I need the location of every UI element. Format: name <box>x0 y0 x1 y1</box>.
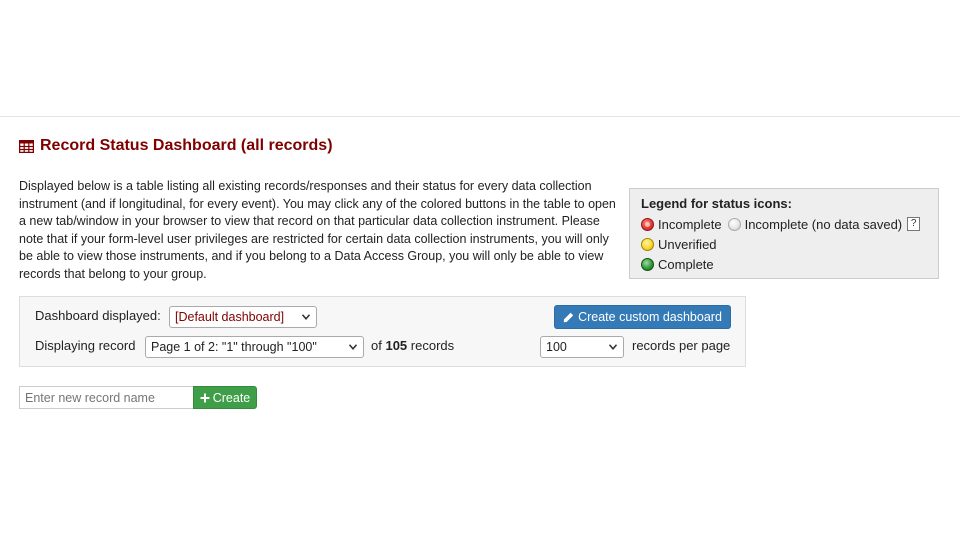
legend-row-complete: Complete <box>641 254 927 274</box>
legend-complete-label: Complete <box>658 256 714 272</box>
page-description: Displayed below is a table listing all e… <box>19 179 616 281</box>
page-title: Record Status Dashboard (all records) <box>40 137 333 154</box>
chevron-down-icon <box>302 314 310 320</box>
legend-row-incomplete: Incomplete Incomplete (no data saved) ? <box>641 214 927 234</box>
status-legend: Legend for status icons: Incomplete Inco… <box>629 188 939 279</box>
of-text: of <box>371 338 382 353</box>
incomplete-no-data-status-icon <box>727 217 741 231</box>
create-custom-dashboard-label: Create custom dashboard <box>578 310 722 324</box>
dashboard-select[interactable]: [Default dashboard] <box>169 306 317 328</box>
legend-incomplete-label: Incomplete <box>658 216 722 232</box>
legend-incomplete-no-data-label: Incomplete (no data saved) <box>744 216 903 232</box>
records-per-page-value: 100 <box>546 340 567 354</box>
new-record-input[interactable] <box>19 386 194 409</box>
plus-icon <box>200 393 210 402</box>
record-page-select-value: Page 1 of 2: "1" through "100" <box>151 340 317 354</box>
pencil-icon <box>563 312 574 322</box>
dashboard-controls-panel: Dashboard displayed: [Default dashboard]… <box>19 296 746 367</box>
help-icon[interactable]: ? <box>907 217 921 231</box>
create-record-label: Create <box>212 390 251 405</box>
record-count-text: of 105 records <box>371 338 454 353</box>
records-text: records <box>410 338 455 353</box>
create-custom-dashboard-button[interactable]: Create custom dashboard <box>554 305 731 329</box>
incomplete-status-icon <box>641 217 654 231</box>
header-divider <box>0 116 960 117</box>
complete-status-icon <box>641 257 654 271</box>
displaying-record-label: Displaying record <box>35 338 136 353</box>
legend-title: Legend for status icons: <box>641 196 792 211</box>
create-record-button[interactable]: Create <box>193 386 257 409</box>
dashboard-displayed-label: Dashboard displayed: <box>35 308 161 323</box>
record-count: 105 <box>385 338 408 353</box>
legend-row-unverified: Unverified <box>641 234 927 254</box>
records-per-page-select[interactable]: 100 <box>540 336 624 358</box>
records-per-page-label: records per page <box>632 338 731 353</box>
record-page-select[interactable]: Page 1 of 2: "1" through "100" <box>145 336 364 358</box>
chevron-down-icon <box>609 344 617 350</box>
chevron-down-icon <box>349 344 357 350</box>
dashboard-select-value: [Default dashboard] <box>175 310 285 324</box>
table-icon <box>19 139 34 153</box>
page-header: Record Status Dashboard (all records) <box>19 137 333 155</box>
legend-unverified-label: Unverified <box>658 236 717 252</box>
unverified-status-icon <box>641 237 654 251</box>
